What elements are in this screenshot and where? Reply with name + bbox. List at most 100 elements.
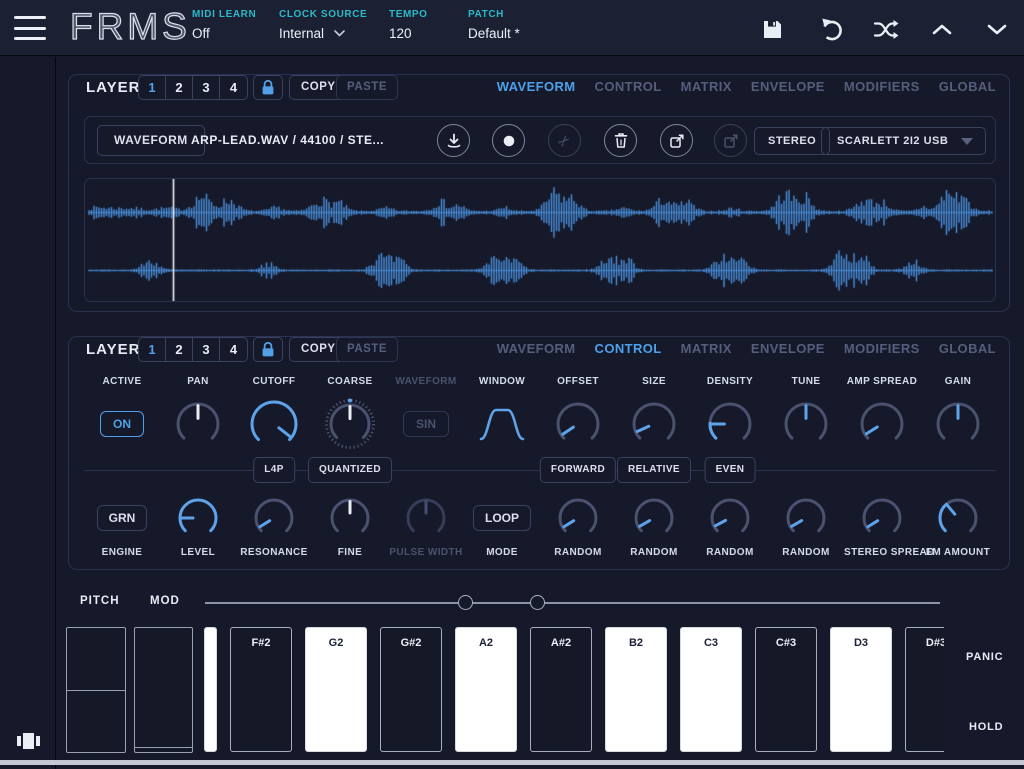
fine-knob[interactable] [312,492,388,544]
slider-handle-1[interactable] [458,595,473,610]
tab-modifiers[interactable]: MODIFIERS [844,339,920,359]
record-icon[interactable] [492,124,525,157]
field-value[interactable]: 120 [389,26,428,41]
topbar-field-patch[interactable]: PATCHDefault * [468,9,520,41]
key-c#3[interactable]: C#3 [755,627,817,752]
offset-knob[interactable] [540,391,616,457]
tab-matrix[interactable]: MATRIX [681,339,732,359]
chevron-down-icon[interactable] [983,15,1011,43]
tab-envelope[interactable]: ENVELOPE [751,339,825,359]
forward-button[interactable]: FORWARD [540,457,616,483]
key-a2[interactable]: A2 [455,627,517,752]
scissors-icon[interactable]: ✂ [548,124,581,157]
pan-knob[interactable] [160,391,236,457]
paste-button[interactable]: PASTE [336,75,398,100]
tab-global[interactable]: GLOBAL [939,339,996,359]
undo-icon[interactable] [817,15,845,43]
lock-button[interactable] [253,337,283,362]
key-c3[interactable]: C3 [680,627,742,752]
topbar-field-tempo[interactable]: TEMPO120 [389,9,428,41]
pulse-width-knob[interactable] [388,492,464,544]
window-shape-icon[interactable] [464,391,540,457]
key-g2[interactable]: G2 [305,627,367,752]
tab-global[interactable]: GLOBAL [939,77,996,97]
tune-knob[interactable] [768,391,844,457]
key-sliver[interactable] [204,627,217,752]
lock-button[interactable] [253,75,283,100]
mod-wheel[interactable] [134,627,193,753]
wheel-position-line [135,747,192,748]
random-knob[interactable] [692,492,768,544]
key-d3[interactable]: D3 [830,627,892,752]
key-b2[interactable]: B2 [605,627,667,752]
trash-icon[interactable] [604,124,637,157]
field-value[interactable]: Internal [279,26,367,41]
shuffle-icon[interactable] [872,15,900,43]
chevron-up-icon[interactable] [928,15,956,43]
waveform-button[interactable]: SIN [403,411,449,437]
layer2-select-4[interactable]: 4 [220,338,247,361]
tab-waveform[interactable]: WAVEFORM [497,339,576,359]
layer1-select-1[interactable]: 1 [139,76,166,99]
pulse-width-label: PULSE WIDTH [388,547,464,558]
paste-button[interactable]: PASTE [336,337,398,362]
layer2-select-2[interactable]: 2 [166,338,193,361]
key-a#2[interactable]: A#2 [530,627,592,752]
audio-device-dropdown[interactable]: SCARLETT 2I2 USB [821,127,986,155]
download-icon[interactable] [437,124,470,157]
tab-waveform[interactable]: WAVEFORM [497,77,576,97]
amp-spread-knob[interactable] [844,391,920,457]
fm-amount-knob[interactable] [920,492,996,544]
app-logo: FRMS [70,6,191,48]
tab-matrix[interactable]: MATRIX [681,77,732,97]
slider-handle-2[interactable] [530,595,545,610]
even-button[interactable]: EVEN [705,457,756,483]
level-knob[interactable] [160,492,236,544]
random-knob[interactable] [540,492,616,544]
piano-keyboard: F#2G2G#2A2A#2 B2 C3C#3D3 D#3 [0,625,944,755]
key-note-label: B2 [606,637,666,649]
pitch-wheel[interactable] [66,627,126,753]
active-button[interactable]: ON [100,411,144,437]
tab-envelope[interactable]: ENVELOPE [751,77,825,97]
field-value[interactable]: Off [192,26,256,41]
relative-button[interactable]: RELATIVE [617,457,691,483]
layer2-select-1[interactable]: 1 [139,338,166,361]
topbar-field-clock-source[interactable]: CLOCK SOURCEInternal [279,9,367,41]
hold-button[interactable]: HOLD [969,721,1003,733]
layer1-select-4[interactable]: 4 [220,76,247,99]
density-knob[interactable] [692,391,768,457]
key-d#3[interactable]: D#3 [905,627,944,752]
panic-button[interactable]: PANIC [966,651,1003,663]
gain-knob[interactable] [920,391,996,457]
export-icon[interactable] [660,124,693,157]
layer1-select-3[interactable]: 3 [193,76,220,99]
field-value[interactable]: Default * [468,26,520,41]
quantized-button[interactable]: QUANTIZED [308,457,392,483]
save-icon[interactable] [758,15,786,43]
tab-modifiers[interactable]: MODIFIERS [844,77,920,97]
layer2-select-3[interactable]: 3 [193,338,220,361]
mode-button[interactable]: LOOP [473,505,531,531]
key-g#2[interactable]: G#2 [380,627,442,752]
stereo-spread-knob[interactable] [844,492,920,544]
random-knob[interactable] [616,492,692,544]
hamburger-menu-icon[interactable] [14,16,46,40]
resonance-knob[interactable] [236,492,312,544]
engine-button[interactable]: GRN [97,505,148,531]
range-slider[interactable] [205,602,940,604]
coarse-knob[interactable] [312,391,388,457]
tab-control[interactable]: CONTROL [595,77,662,97]
l4p-button[interactable]: L4P [253,457,295,483]
waveform-source-button[interactable]: WAVEFORM [97,125,205,156]
key-f#2[interactable]: F#2 [230,627,292,752]
waveform-display[interactable] [84,178,996,302]
topbar-field-midi-learn[interactable]: MIDI LEARNOff [192,9,256,41]
export-copy-icon[interactable] [714,124,747,157]
cutoff-knob[interactable] [236,391,312,457]
tab-control[interactable]: CONTROL [595,339,662,359]
size-knob[interactable] [616,391,692,457]
random-knob[interactable] [768,492,844,544]
layer1-select-2[interactable]: 2 [166,76,193,99]
stereo-button[interactable]: STEREO [754,127,830,155]
